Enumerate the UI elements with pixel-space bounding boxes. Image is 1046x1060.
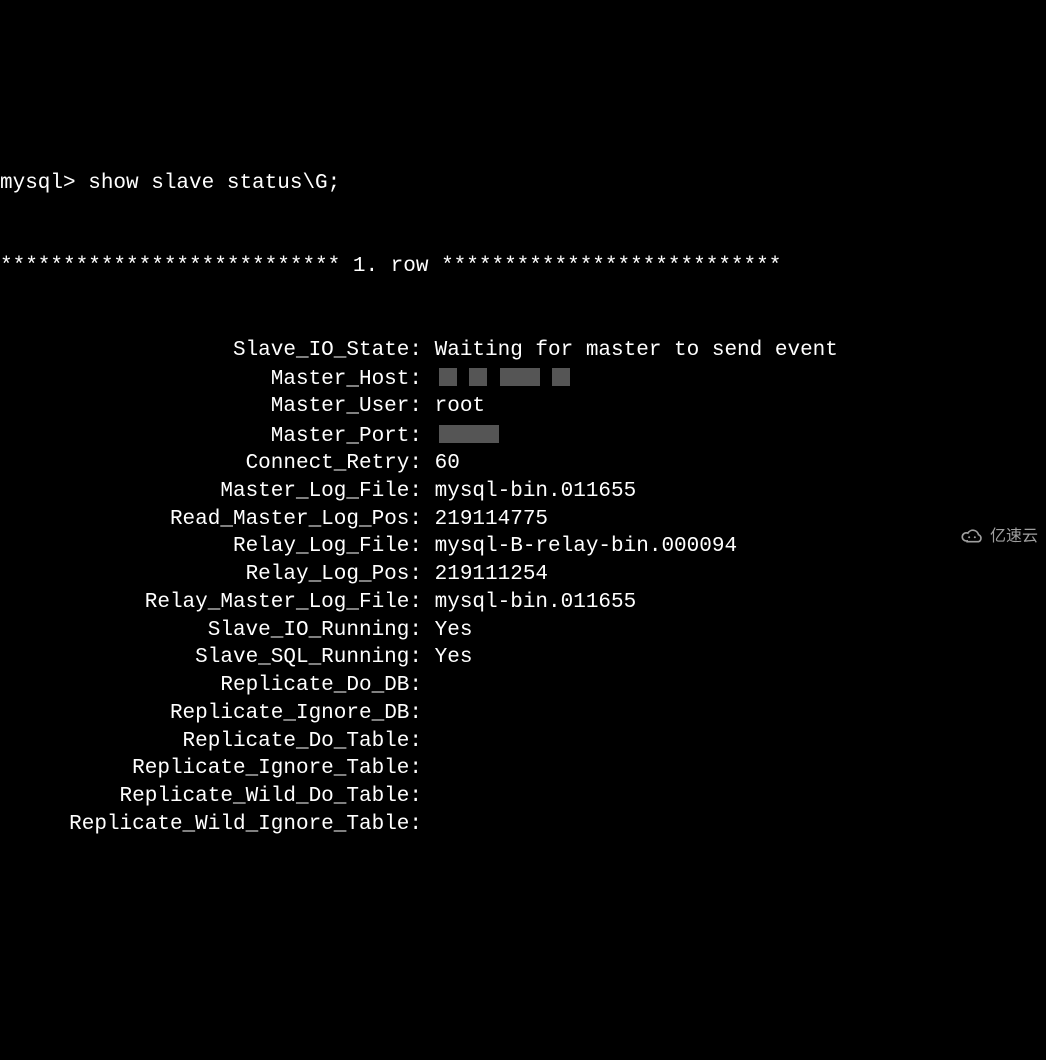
status-key: Master_Port: bbox=[0, 423, 422, 451]
status-row: Read_Master_Log_Pos: 219114775 bbox=[0, 506, 1046, 534]
status-key: Master_User: bbox=[0, 393, 422, 421]
status-key: Replicate_Wild_Do_Table: bbox=[0, 783, 422, 811]
status-key: Replicate_Ignore_DB: bbox=[0, 700, 422, 728]
redacted-value bbox=[439, 364, 571, 392]
status-row: Replicate_Ignore_DB: bbox=[0, 700, 1046, 728]
status-value: mysql-B-relay-bin.000094 bbox=[435, 533, 737, 561]
status-key: Slave_IO_State: bbox=[0, 337, 422, 365]
status-value: 219114775 bbox=[435, 506, 548, 534]
status-row: Slave_SQL_Running: Yes bbox=[0, 644, 1046, 672]
status-key: Master_Log_File: bbox=[0, 478, 422, 506]
status-row: Relay_Log_Pos: 219111254 bbox=[0, 561, 1046, 589]
status-value: mysql-bin.011655 bbox=[435, 589, 637, 617]
status-key: Read_Master_Log_Pos: bbox=[0, 506, 422, 534]
status-key: Slave_SQL_Running: bbox=[0, 644, 422, 672]
status-row: Relay_Log_File: mysql-B-relay-bin.000094 bbox=[0, 533, 1046, 561]
status-key: Connect_Retry: bbox=[0, 450, 422, 478]
cloud-icon bbox=[959, 527, 985, 545]
status-row: Replicate_Wild_Do_Table: bbox=[0, 783, 1046, 811]
mysql-prompt-line: mysql> show slave status\G; bbox=[0, 170, 1046, 198]
status-key: Replicate_Do_Table: bbox=[0, 728, 422, 756]
status-row: Replicate_Ignore_Table: bbox=[0, 755, 1046, 783]
status-row: Master_Host: bbox=[0, 364, 1046, 393]
row-separator: *************************** 1. row *****… bbox=[0, 253, 1046, 281]
status-row: Replicate_Do_DB: bbox=[0, 672, 1046, 700]
status-value: Yes bbox=[435, 644, 473, 672]
redacted-value bbox=[439, 421, 499, 449]
status-key: Relay_Log_Pos: bbox=[0, 561, 422, 589]
status-value: mysql-bin.011655 bbox=[435, 478, 637, 506]
status-row: Slave_IO_Running: Yes bbox=[0, 617, 1046, 645]
status-key: Master_Host: bbox=[0, 366, 422, 394]
status-key: Relay_Log_File: bbox=[0, 533, 422, 561]
status-value: Waiting for master to send event bbox=[435, 337, 838, 365]
status-row: Master_Log_File: mysql-bin.011655 bbox=[0, 478, 1046, 506]
status-key: Replicate_Ignore_Table: bbox=[0, 755, 422, 783]
watermark: 亿速云 bbox=[959, 526, 1038, 547]
status-rows: Slave_IO_State: Waiting for master to se… bbox=[0, 337, 1046, 839]
status-value: Yes bbox=[435, 617, 473, 645]
status-row: Replicate_Do_Table: bbox=[0, 728, 1046, 756]
terminal-output: mysql> show slave status\G; ************… bbox=[0, 111, 1046, 866]
status-row: Relay_Master_Log_File: mysql-bin.011655 bbox=[0, 589, 1046, 617]
status-value: 219111254 bbox=[435, 561, 548, 589]
status-row: Connect_Retry: 60 bbox=[0, 450, 1046, 478]
status-key: Relay_Master_Log_File: bbox=[0, 589, 422, 617]
status-value: 60 bbox=[435, 450, 460, 478]
status-value: root bbox=[435, 393, 485, 421]
status-key: Slave_IO_Running: bbox=[0, 617, 422, 645]
status-row: Master_User: root bbox=[0, 393, 1046, 421]
status-row: Master_Port: bbox=[0, 421, 1046, 450]
status-row: Slave_IO_State: Waiting for master to se… bbox=[0, 337, 1046, 365]
status-row: Replicate_Wild_Ignore_Table: bbox=[0, 811, 1046, 839]
status-key: Replicate_Wild_Ignore_Table: bbox=[0, 811, 422, 839]
watermark-text: 亿速云 bbox=[990, 526, 1038, 547]
status-key: Replicate_Do_DB: bbox=[0, 672, 422, 700]
